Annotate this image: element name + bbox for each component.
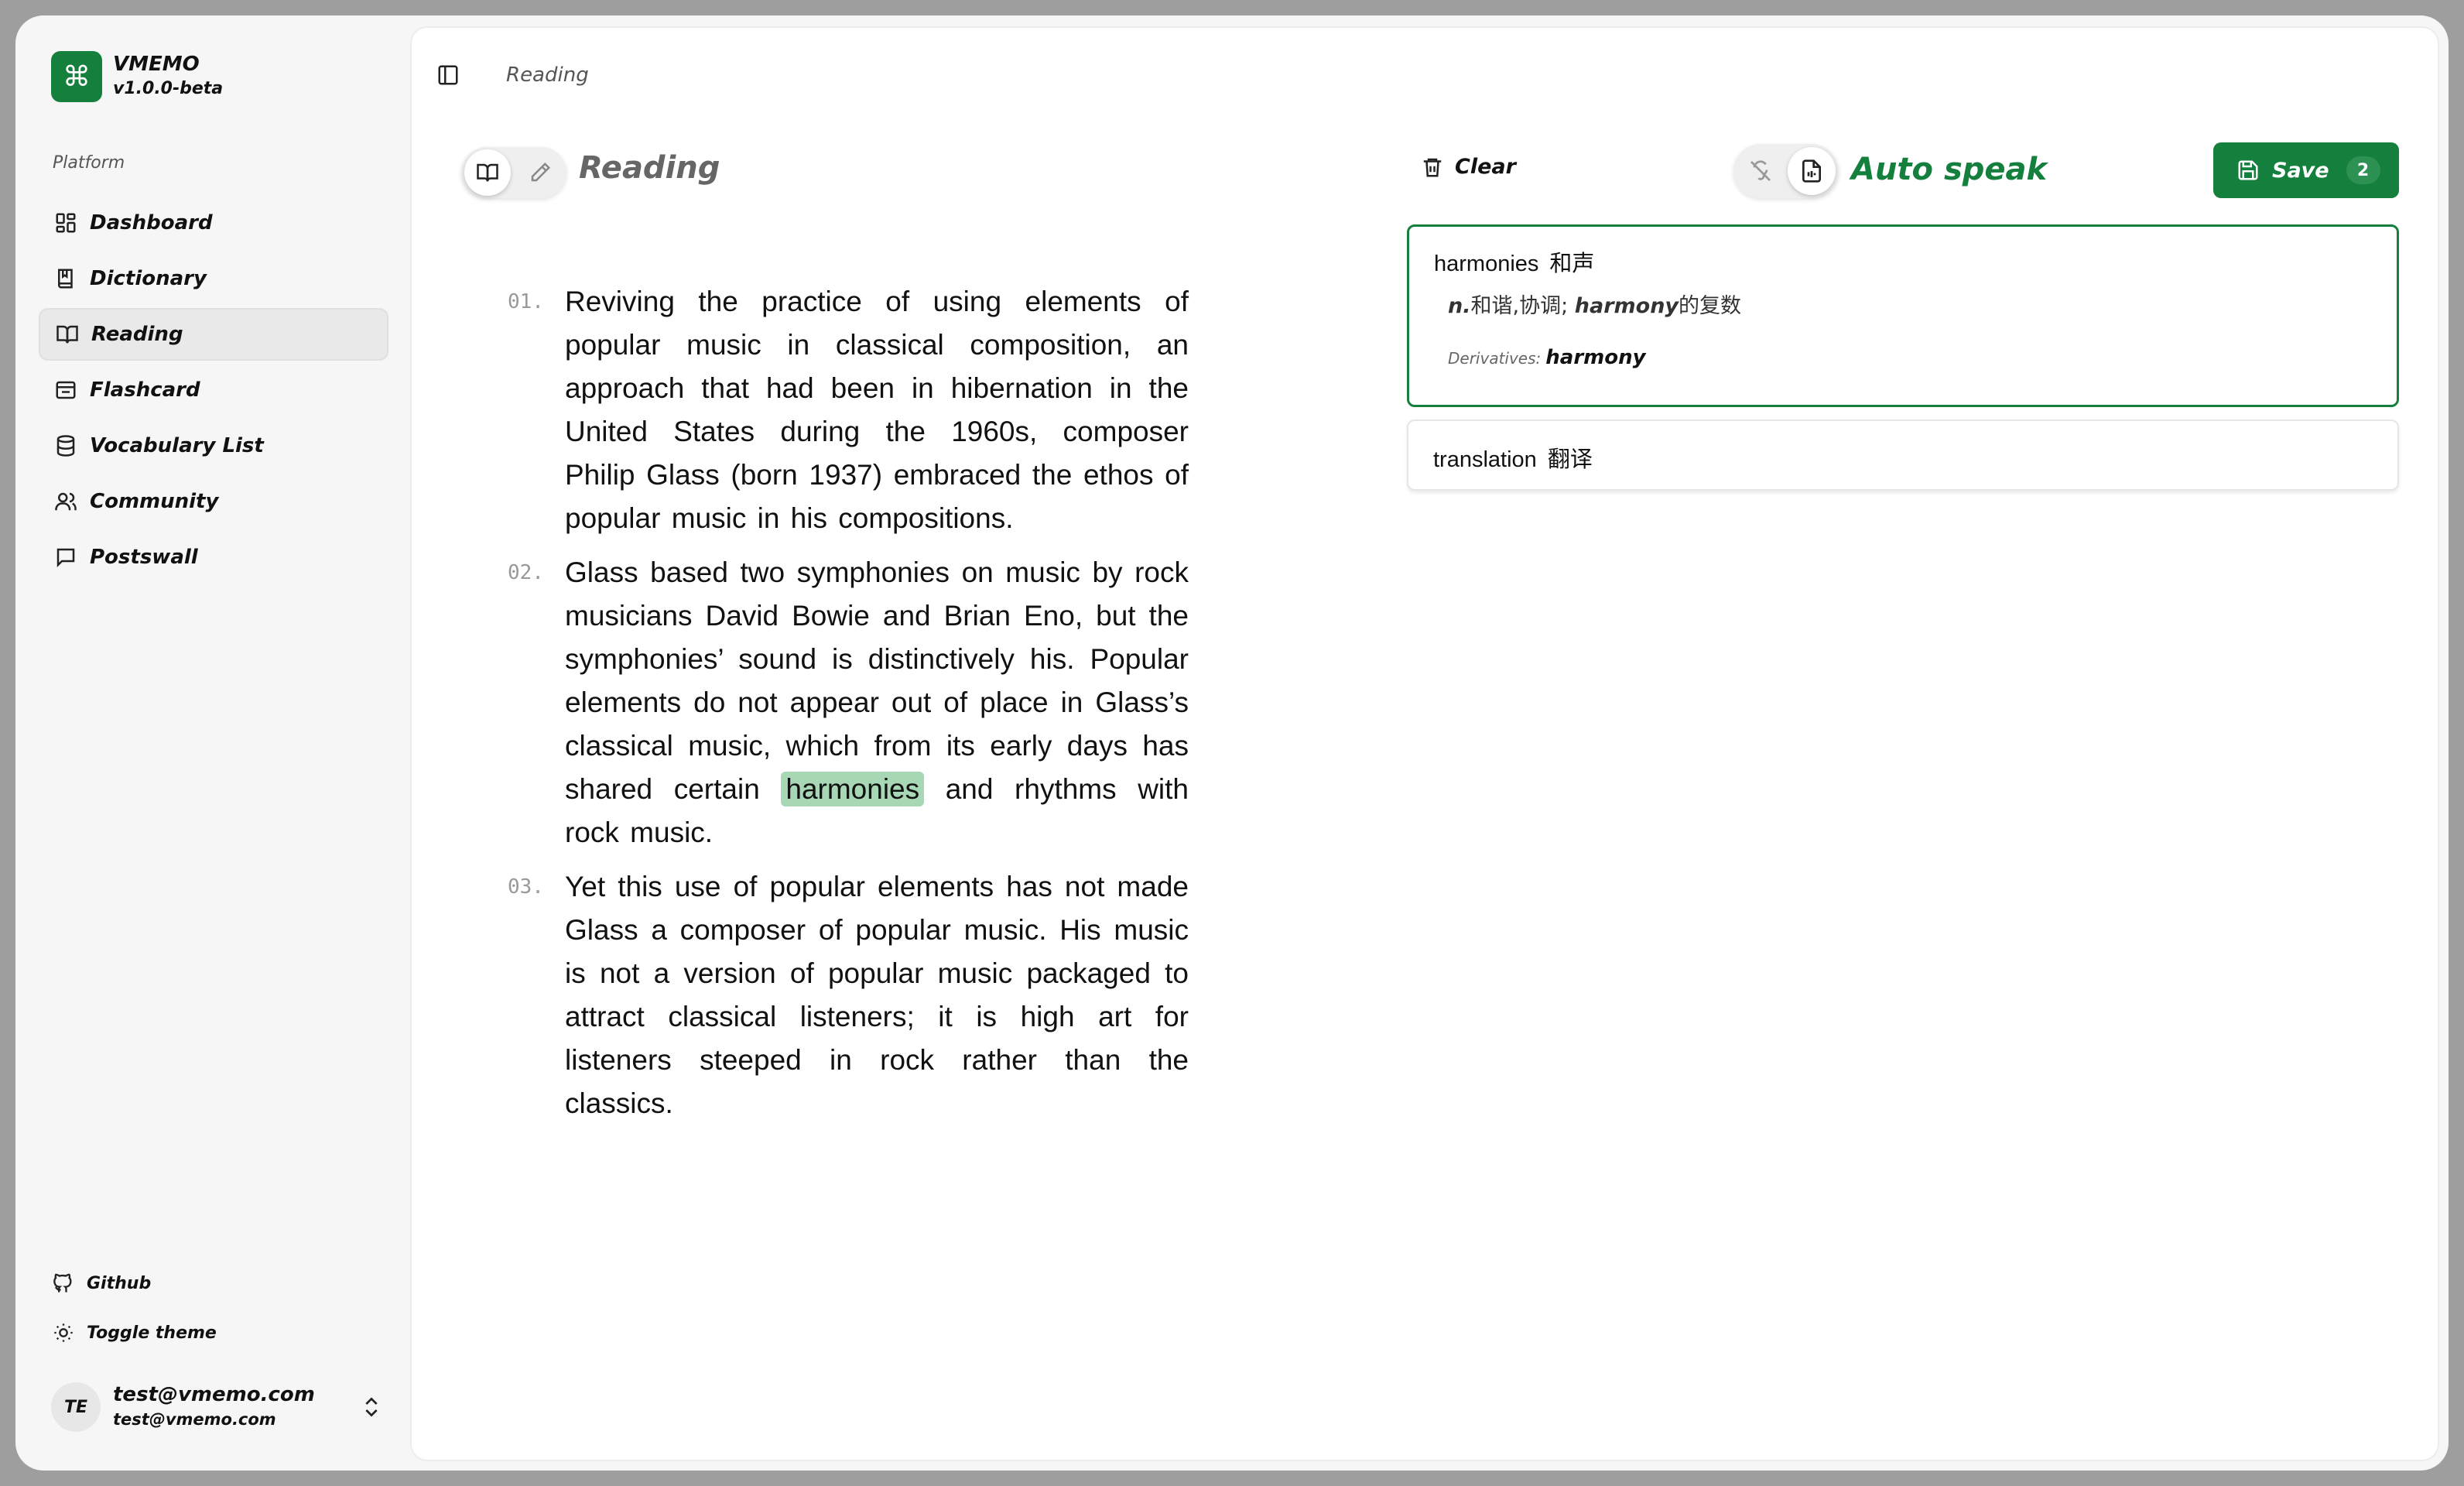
brand-version: v1.0.0-beta <box>113 79 224 98</box>
avatar: TE <box>51 1382 101 1432</box>
main-panel: Reading Reading 01. Reviving the practic… <box>412 28 2438 1460</box>
paragraph-text[interactable]: Reviving the practice of using elements … <box>565 280 1189 540</box>
sidebar-item-label: Postswall <box>90 546 198 569</box>
speak-mode-toggle <box>1733 144 1839 198</box>
sidebar-item-dictionary[interactable]: Dictionary <box>39 252 388 305</box>
paragraph: 02. Glass based two symphonies on music … <box>508 551 1189 854</box>
pencil-icon <box>531 162 551 182</box>
word-card-harmonies[interactable]: harmonies 和声 n.和谐,协调; harmony的复数 Derivati… <box>1407 224 2399 407</box>
database-icon <box>56 435 75 457</box>
sidebar-item-reading[interactable]: Reading <box>39 308 388 361</box>
github-link[interactable]: Github <box>53 1258 217 1308</box>
brand-name: VMEMO <box>113 53 200 76</box>
clear-label: Clear <box>1455 155 1516 179</box>
chevrons-up-down-icon[interactable] <box>359 1395 384 1419</box>
paragraph-text[interactable]: Yet this use of popular elements has not… <box>565 865 1189 1125</box>
part-of-speech: n. <box>1448 294 1471 318</box>
sun-icon <box>54 1323 73 1342</box>
sidebar-toggle-icon[interactable] <box>436 63 460 87</box>
open-book-icon <box>56 325 78 344</box>
speak-off-button[interactable] <box>1737 147 1785 195</box>
clear-button[interactable]: Clear <box>1421 155 1516 179</box>
paragraph-text[interactable]: Glass based two symphonies on music by r… <box>565 551 1189 854</box>
word-translation: 翻译 <box>1547 447 1593 472</box>
file-audio-icon <box>1802 159 1821 183</box>
sidebar-item-community[interactable]: Community <box>39 475 388 528</box>
brand[interactable]: ⌘ VMEMO v1.0.0-beta <box>51 51 223 102</box>
sidebar-item-label: Dictionary <box>90 267 207 290</box>
flashcard-icon <box>56 381 76 399</box>
section-label-platform: Platform <box>53 153 125 173</box>
paragraph: 01. Reviving the practice of using eleme… <box>508 280 1189 540</box>
sidebar: ⌘ VMEMO v1.0.0-beta Platform Dashboard D… <box>15 15 404 1471</box>
word-definition: n.和谐,协调; harmony的复数 <box>1448 289 1741 319</box>
derivatives-label: Derivatives: <box>1448 349 1542 368</box>
definition-em: harmony <box>1574 294 1679 318</box>
edit-mode-button[interactable] <box>517 149 563 196</box>
save-count-badge: 2 <box>2346 156 2380 184</box>
paragraph-number: 03. <box>508 875 544 899</box>
read-mode-button[interactable] <box>464 149 511 196</box>
open-book-icon <box>477 163 498 182</box>
highlighted-word[interactable]: harmonies <box>781 772 925 806</box>
word-card-translation[interactable]: translation 翻译 <box>1407 419 2399 491</box>
auto-speak-label: Auto speak <box>1851 152 2048 187</box>
ear-off-icon <box>1750 160 1771 181</box>
sidebar-nav: Dashboard Dictionary Reading Flashcard V… <box>39 197 388 587</box>
page-title: Reading <box>579 150 720 186</box>
sidebar-item-label: Community <box>90 490 219 513</box>
sidebar-item-label: Dashboard <box>90 211 213 235</box>
message-icon <box>56 548 75 568</box>
sidebar-item-label: Vocabulary List <box>90 434 264 457</box>
command-logo-icon: ⌘ <box>51 51 102 102</box>
word-card-head: harmonies 和声 <box>1434 245 1594 278</box>
topbar: Reading <box>436 63 589 87</box>
sidebar-item-vocabulary-list[interactable]: Vocabulary List <box>39 419 388 472</box>
sidebar-footer-links: Github Toggle theme <box>53 1258 217 1358</box>
trash-icon <box>1423 158 1442 176</box>
breadcrumb: Reading <box>506 63 589 87</box>
toggle-theme-label: Toggle theme <box>87 1323 217 1343</box>
save-icon <box>2238 160 2258 180</box>
app-window: ⌘ VMEMO v1.0.0-beta Platform Dashboard D… <box>15 15 2449 1471</box>
sidebar-item-flashcard[interactable]: Flashcard <box>39 364 388 416</box>
github-icon <box>53 1273 72 1293</box>
reading-mode-toggle <box>461 147 566 198</box>
sidebar-item-label: Reading <box>91 323 183 346</box>
word-term: harmonies <box>1434 252 1539 276</box>
word-term: translation <box>1433 447 1537 472</box>
paragraph-number: 02. <box>508 561 544 584</box>
speak-file-button[interactable] <box>1788 147 1836 195</box>
book-icon <box>58 269 73 289</box>
reading-passage: 01. Reviving the practice of using eleme… <box>508 280 1189 1136</box>
save-label: Save <box>2272 158 2329 183</box>
user-menu[interactable]: TE test@vmemo.com test@vmemo.com <box>51 1379 384 1435</box>
user-email: test@vmemo.com <box>113 1410 276 1429</box>
save-button[interactable]: Save 2 <box>2213 142 2399 198</box>
dashboard-icon <box>56 213 76 233</box>
word-card-head: translation 翻译 <box>1433 441 1593 474</box>
paragraph-text-before: Glass based two symphonies on music by r… <box>565 556 1189 805</box>
sidebar-item-postswall[interactable]: Postswall <box>39 531 388 584</box>
users-icon <box>55 492 77 511</box>
paragraph-number: 01. <box>508 290 544 313</box>
word-translation: 和声 <box>1549 252 1595 276</box>
paragraph: 03. Yet this use of popular elements has… <box>508 865 1189 1125</box>
word-derivatives: Derivatives: harmony <box>1448 346 1646 369</box>
derivatives-value: harmony <box>1545 346 1646 369</box>
definition-tail: 的复数 <box>1679 294 1742 318</box>
user-name: test@vmemo.com <box>113 1383 315 1406</box>
github-label: Github <box>87 1273 152 1293</box>
sidebar-item-label: Flashcard <box>90 378 200 402</box>
toggle-theme-button[interactable]: Toggle theme <box>53 1308 217 1358</box>
definition-zh: 和谐,协调; <box>1470 294 1575 318</box>
sidebar-item-dashboard[interactable]: Dashboard <box>39 197 388 249</box>
